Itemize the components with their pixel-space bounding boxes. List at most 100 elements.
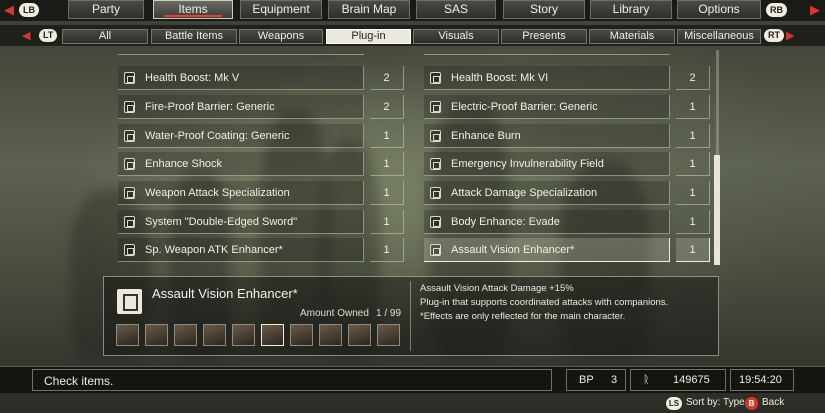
back-hint[interactable]: Back [762,397,784,408]
bp-display: BP 3 [566,369,626,391]
item-name: Enhance Shock [145,158,223,170]
list-item[interactable]: Water-Proof Coating: Generic 1 [118,124,404,148]
currency-icon: ᚱ [643,374,650,386]
tab-story[interactable]: Story [503,0,585,19]
plugin-chip-icon [124,101,135,113]
lt-button[interactable]: LT [39,29,58,42]
plugin-chip-icon [124,216,135,228]
detail-description-line: Assault Vision Attack Damage +15% [420,283,574,294]
plugin-chip-icon [124,187,135,199]
lb-button[interactable]: LB [19,3,39,17]
list-item[interactable]: Attack Damage Specialization 1 [424,181,710,205]
list-item[interactable]: Emergency Invulnerability Field 1 [424,152,710,176]
party-member-portrait[interactable] [261,324,284,346]
ls-button-icon: LS [666,397,682,410]
amount-owned-label: Amount Owned [300,308,369,319]
party-member-portrait[interactable] [203,324,226,346]
subtab-plug-in[interactable]: Plug-in [326,29,411,44]
list-item[interactable]: Body Enhance: Evade 1 [424,210,710,234]
item-quantity: 1 [676,95,710,119]
item-quantity: 1 [370,124,404,148]
item-detail-panel: Assault Vision Enhancer* Amount Owned 1 … [103,276,719,356]
list-item[interactable]: Enhance Shock 1 [118,152,404,176]
item-quantity: 1 [676,210,710,234]
triangle-right-icon[interactable]: ▶ [786,29,794,42]
party-member-portrait[interactable] [174,324,197,346]
subtab-weapons[interactable]: Weapons [239,29,323,44]
tab-items[interactable]: Items [153,0,233,19]
plugin-chip-icon [430,130,441,142]
party-member-portrait[interactable] [116,324,139,346]
tab-party[interactable]: Party [68,0,144,19]
item-quantity: 1 [676,124,710,148]
tab-equipment[interactable]: Equipment [240,0,322,19]
detail-item-name: Assault Vision Enhancer* [152,286,298,301]
b-button-icon: B [745,397,758,410]
item-name: Enhance Burn [451,130,521,142]
category-tab-bar: ◀ LT All Battle Items Weapons Plug-in Vi… [0,25,825,46]
item-name: Emergency Invulnerability Field [451,158,604,170]
help-text: Check items. [44,374,114,388]
triangle-left-icon[interactable]: ◀ [4,2,14,18]
plugin-chip-icon [124,72,135,84]
list-item[interactable]: System "Double-Edged Sword" 1 [118,210,404,234]
triangle-right-icon[interactable]: ▶ [810,2,820,18]
list-item[interactable]: Enhance Burn 1 [424,124,710,148]
item-name: Health Boost: Mk VI [451,72,549,84]
status-bar: Check items. BP 3 ᚱ 149675 19:54:20 [0,366,825,393]
subtab-materials[interactable]: Materials [589,29,675,44]
list-item[interactable]: Electric-Proof Barrier: Generic 1 [424,95,710,119]
party-member-portrait[interactable] [145,324,168,346]
sort-hint[interactable]: Sort by: Type [686,397,745,408]
rt-button[interactable]: RT [764,29,784,42]
party-member-portrait[interactable] [290,324,313,346]
help-box: Check items. [32,369,552,391]
item-quantity: 1 [370,181,404,205]
tab-brain-map[interactable]: Brain Map [328,0,410,19]
item-quantity: 1 [676,152,710,176]
list-row-partial [118,50,364,55]
main-menu-bar: ◀ LB Party Items Equipment Brain Map SAS… [0,0,825,21]
tab-options[interactable]: Options [677,0,761,19]
item-name: Health Boost: Mk V [145,72,240,84]
item-name: Fire-Proof Barrier: Generic [145,101,275,113]
subtab-miscellaneous[interactable]: Miscellaneous [677,29,761,44]
tab-sas[interactable]: SAS [416,0,496,19]
currency-value: 149675 [673,374,710,386]
item-name: System "Double-Edged Sword" [145,216,298,228]
list-item-selected[interactable]: Assault Vision Enhancer* 1 [424,238,710,262]
list-item[interactable]: Health Boost: Mk VI 2 [424,66,710,90]
list-item[interactable]: Fire-Proof Barrier: Generic 2 [118,95,404,119]
list-scrollbar-thumb[interactable] [714,155,720,265]
item-quantity: 2 [370,66,404,90]
amount-owned-value: 1 / 99 [376,308,402,319]
clock-display: 19:54:20 [730,369,794,391]
list-item[interactable]: Sp. Weapon ATK Enhancer* 1 [118,238,404,262]
triangle-left-icon[interactable]: ◀ [22,29,30,42]
item-quantity: 1 [370,210,404,234]
plugin-chip-icon [124,158,135,170]
subtab-visuals[interactable]: Visuals [413,29,499,44]
bp-label: BP [579,374,594,386]
plugin-chip-icon [124,244,135,256]
plugin-chip-icon [430,187,441,199]
party-member-portrait[interactable] [319,324,342,346]
detail-divider [410,281,411,351]
subtab-all[interactable]: All [62,29,148,44]
tab-library[interactable]: Library [590,0,672,19]
plugin-chip-icon [430,216,441,228]
item-name: Electric-Proof Barrier: Generic [451,101,598,113]
party-member-portrait[interactable] [348,324,371,346]
list-item[interactable]: Health Boost: Mk V 2 [118,66,404,90]
clock-time: 19:54:20 [739,374,782,386]
subtab-presents[interactable]: Presents [501,29,587,44]
detail-description-line: *Effects are only reflected for the main… [420,311,626,322]
subtab-battle-items[interactable]: Battle Items [151,29,237,44]
plugin-chip-icon [430,72,441,84]
list-item[interactable]: Weapon Attack Specialization 1 [118,181,404,205]
rb-button[interactable]: RB [766,3,787,17]
detail-description-line: Plug-in that supports coordinated attack… [420,297,669,308]
party-member-portrait[interactable] [377,324,400,346]
party-member-portrait[interactable] [232,324,255,346]
plugin-chip-icon [430,244,441,256]
